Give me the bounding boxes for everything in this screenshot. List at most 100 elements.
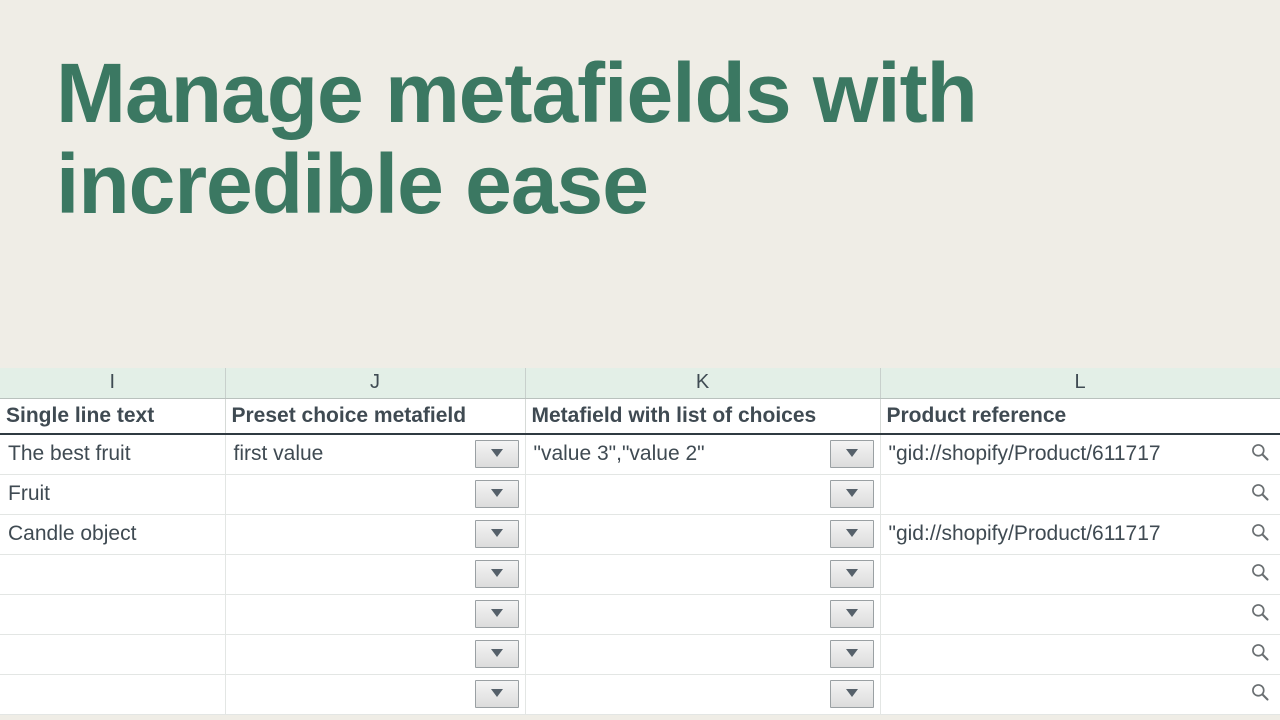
cell-value: "gid://shopify/Product/611717 xyxy=(881,438,1248,470)
cell-value: Candle object xyxy=(0,518,225,550)
lookup-button[interactable] xyxy=(1248,562,1272,586)
cell-list-choices[interactable] xyxy=(525,674,880,714)
cell-value xyxy=(226,570,475,578)
column-letters-row: I J K L xyxy=(0,368,1280,398)
dropdown-button[interactable] xyxy=(830,680,874,708)
table-row: Candle object "gid://shopify/Product/6117… xyxy=(0,514,1280,554)
chevron-down-icon xyxy=(490,485,504,503)
lookup-button[interactable] xyxy=(1248,602,1272,626)
dropdown-button[interactable] xyxy=(830,560,874,588)
cell-product-reference[interactable] xyxy=(880,634,1280,674)
cell-product-reference[interactable] xyxy=(880,674,1280,714)
cell-value: "value 3","value 2" xyxy=(526,438,830,470)
cell-preset-choice[interactable] xyxy=(225,474,525,514)
dropdown-button[interactable] xyxy=(475,560,519,588)
cell-product-reference[interactable] xyxy=(880,554,1280,594)
cell-value xyxy=(526,610,830,618)
chevron-down-icon xyxy=(490,645,504,663)
dropdown-button[interactable] xyxy=(475,480,519,508)
table-row: The best fruitfirst value"value 3","valu… xyxy=(0,434,1280,474)
spreadsheet: I J K L Single line text Preset choice m… xyxy=(0,368,1280,715)
col-letter[interactable]: K xyxy=(525,368,880,398)
lookup-button[interactable] xyxy=(1248,522,1272,546)
dropdown-button[interactable] xyxy=(475,600,519,628)
dropdown-button[interactable] xyxy=(830,480,874,508)
cell-value xyxy=(226,650,475,658)
chevron-down-icon xyxy=(845,445,859,463)
cell-single-line-text[interactable] xyxy=(0,554,225,594)
dropdown-button[interactable] xyxy=(475,520,519,548)
col-letter[interactable]: I xyxy=(0,368,225,398)
cell-value xyxy=(881,610,1248,618)
column-header[interactable]: Preset choice metafield xyxy=(225,398,525,434)
chevron-down-icon xyxy=(845,605,859,623)
cell-value xyxy=(226,490,475,498)
lookup-button[interactable] xyxy=(1248,682,1272,706)
dropdown-button[interactable] xyxy=(830,640,874,668)
dropdown-button[interactable] xyxy=(475,440,519,468)
dropdown-button[interactable] xyxy=(475,640,519,668)
cell-list-choices[interactable] xyxy=(525,554,880,594)
cell-value xyxy=(226,530,475,538)
cell-single-line-text[interactable] xyxy=(0,634,225,674)
cell-value xyxy=(0,650,225,658)
cell-single-line-text[interactable]: Fruit xyxy=(0,474,225,514)
cell-value: "gid://shopify/Product/611717 xyxy=(881,518,1248,550)
cell-value xyxy=(0,610,225,618)
magnifier-icon xyxy=(1250,642,1270,667)
cell-product-reference[interactable] xyxy=(880,474,1280,514)
cell-value xyxy=(0,570,225,578)
column-header[interactable]: Single line text xyxy=(0,398,225,434)
cell-list-choices[interactable] xyxy=(525,514,880,554)
cell-list-choices[interactable] xyxy=(525,634,880,674)
col-letter[interactable]: L xyxy=(880,368,1280,398)
cell-preset-choice[interactable] xyxy=(225,674,525,714)
cell-single-line-text[interactable]: Candle object xyxy=(0,514,225,554)
magnifier-icon xyxy=(1250,682,1270,707)
cell-preset-choice[interactable] xyxy=(225,514,525,554)
col-letter[interactable]: J xyxy=(225,368,525,398)
cell-value xyxy=(881,690,1248,698)
table-row: Fruit xyxy=(0,474,1280,514)
column-header[interactable]: Product reference xyxy=(880,398,1280,434)
column-header[interactable]: Metafield with list of choices xyxy=(525,398,880,434)
cell-single-line-text[interactable] xyxy=(0,674,225,714)
dropdown-button[interactable] xyxy=(830,440,874,468)
cell-list-choices[interactable] xyxy=(525,594,880,634)
lookup-button[interactable] xyxy=(1248,642,1272,666)
lookup-button[interactable] xyxy=(1248,482,1272,506)
lookup-button[interactable] xyxy=(1248,442,1272,466)
cell-list-choices[interactable] xyxy=(525,474,880,514)
cell-value xyxy=(526,650,830,658)
cell-value xyxy=(526,570,830,578)
cell-value: Fruit xyxy=(0,478,225,510)
table-row xyxy=(0,594,1280,634)
magnifier-icon xyxy=(1250,522,1270,547)
cell-list-choices[interactable]: "value 3","value 2" xyxy=(525,434,880,474)
cell-value xyxy=(881,650,1248,658)
page-title: Manage metafields with incredible ease xyxy=(0,0,1280,229)
magnifier-icon xyxy=(1250,482,1270,507)
table-row xyxy=(0,674,1280,714)
cell-preset-choice[interactable] xyxy=(225,594,525,634)
page: Manage metafields with incredible ease I… xyxy=(0,0,1280,720)
cell-value xyxy=(226,690,475,698)
chevron-down-icon xyxy=(845,525,859,543)
chevron-down-icon xyxy=(490,565,504,583)
cell-value xyxy=(881,570,1248,578)
header-row: Single line text Preset choice metafield… xyxy=(0,398,1280,434)
cell-preset-choice[interactable] xyxy=(225,554,525,594)
cell-product-reference[interactable] xyxy=(880,594,1280,634)
dropdown-button[interactable] xyxy=(475,680,519,708)
cell-preset-choice[interactable]: first value xyxy=(225,434,525,474)
cell-single-line-text[interactable]: The best fruit xyxy=(0,434,225,474)
dropdown-button[interactable] xyxy=(830,520,874,548)
dropdown-button[interactable] xyxy=(830,600,874,628)
cell-value xyxy=(881,490,1248,498)
cell-single-line-text[interactable] xyxy=(0,594,225,634)
cell-preset-choice[interactable] xyxy=(225,634,525,674)
cell-value xyxy=(526,490,830,498)
cell-product-reference[interactable]: "gid://shopify/Product/611717 xyxy=(880,434,1280,474)
magnifier-icon xyxy=(1250,602,1270,627)
cell-product-reference[interactable]: "gid://shopify/Product/611717 xyxy=(880,514,1280,554)
